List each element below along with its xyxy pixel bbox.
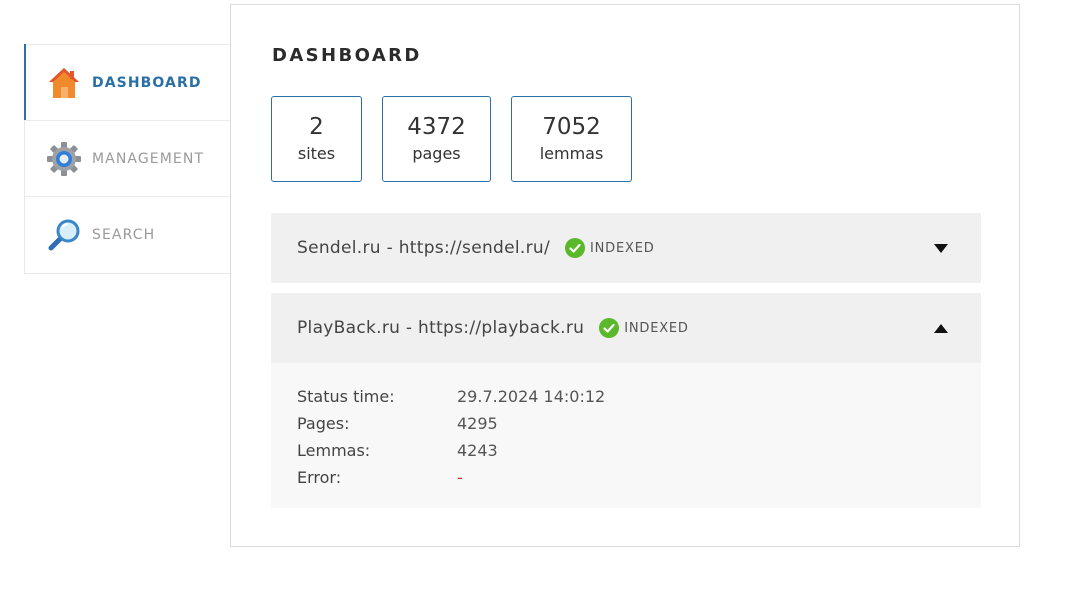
detail-value: 29.7.2024 14:0:12: [457, 387, 606, 406]
stat-card-pages: 4372 pages: [382, 96, 491, 182]
detail-row-pages: Pages: 4295: [297, 410, 955, 437]
collapse-toggle[interactable]: [933, 322, 949, 334]
sidebar-item-label: SEARCH: [92, 227, 156, 243]
chevron-up-icon: [934, 323, 948, 333]
status-text: INDEXED: [590, 240, 655, 256]
detail-value: 4295: [457, 414, 498, 433]
stat-card-sites: 2 sites: [271, 96, 362, 182]
sidebar-item-dashboard[interactable]: DASHBOARD: [24, 44, 231, 121]
status-badge: INDEXED: [599, 318, 689, 338]
detail-label: Lemmas:: [297, 441, 371, 460]
status-text: INDEXED: [624, 320, 689, 336]
site-item-sendel[interactable]: Sendel.ru - https://sendel.ru/ INDEXED: [271, 213, 981, 283]
sidebar-item-search[interactable]: SEARCH: [25, 197, 231, 273]
stats-row: 2 sites 4372 pages 7052 lemmas: [271, 96, 652, 182]
sites-list: Sendel.ru - https://sendel.ru/ INDEXED P…: [271, 213, 981, 508]
detail-label: Status time:: [297, 387, 395, 406]
detail-label: Error:: [297, 468, 342, 487]
stat-value: 4372: [407, 114, 466, 140]
detail-label: Pages:: [297, 414, 350, 433]
home-icon: [46, 65, 82, 101]
detail-row-lemmas: Lemmas: 4243: [297, 437, 955, 464]
chevron-down-icon: [934, 243, 948, 253]
magnifier-icon: [46, 217, 82, 253]
expand-toggle[interactable]: [933, 242, 949, 254]
error-value: -: [457, 468, 463, 487]
detail-value: 4243: [457, 441, 498, 460]
sidebar-item-label: DASHBOARD: [92, 74, 202, 91]
stat-label: pages: [412, 144, 461, 163]
status-badge: INDEXED: [565, 238, 655, 258]
stat-card-lemmas: 7052 lemmas: [511, 96, 632, 182]
sidebar-item-management[interactable]: MANAGEMENT: [25, 121, 231, 197]
site-item-playback[interactable]: PlayBack.ru - https://playback.ru INDEXE…: [271, 293, 981, 363]
detail-row-error: Error: -: [297, 464, 955, 491]
stat-value: 2: [309, 114, 324, 140]
dashboard-panel: DASHBOARD 2 sites 4372 pages 7052 lemmas…: [230, 4, 1020, 547]
stat-value: 7052: [542, 114, 601, 140]
site-title: Sendel.ru - https://sendel.ru/: [297, 238, 551, 258]
detail-row-status-time: Status time: 29.7.2024 14:0:12: [297, 383, 955, 410]
check-circle-icon: [565, 238, 586, 258]
stat-label: sites: [297, 144, 336, 163]
page-title: DASHBOARD: [272, 45, 422, 66]
site-details: Status time: 29.7.2024 14:0:12 Pages: 42…: [271, 363, 981, 508]
sidebar-item-label: MANAGEMENT: [92, 150, 205, 167]
stat-label: lemmas: [539, 144, 604, 163]
check-circle-icon: [599, 318, 620, 338]
site-title: PlayBack.ru - https://playback.ru: [297, 318, 585, 338]
sidebar: DASHBOARD MANAGEMENT SEARCH: [24, 44, 231, 274]
gear-icon: [46, 141, 82, 177]
